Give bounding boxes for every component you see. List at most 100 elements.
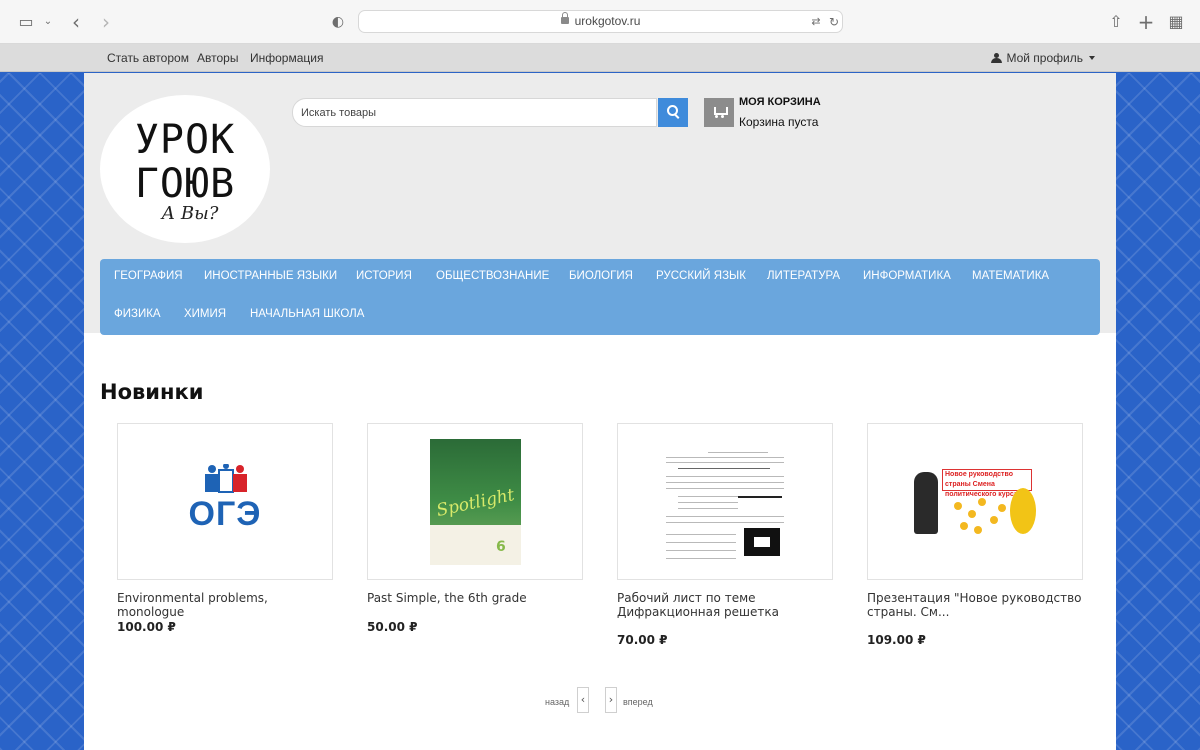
worksheet-line — [666, 462, 784, 463]
oge-logo: ОГЭ — [175, 463, 275, 536]
main-page: УРОК ГОЮВ А Вы? МОЯ КОРЗИНА Корзина пуст… — [84, 73, 1116, 750]
profile-menu[interactable]: Мой профиль — [991, 44, 1095, 72]
browser-toolbar: ▭ ⌄ ‹ › ◐ urokgotov.ru ⇄ ↻ ⇧ + ▦ — [0, 0, 1200, 44]
worksheet-line — [666, 516, 784, 517]
share-icon[interactable]: ⇧ — [1106, 12, 1126, 32]
product-name[interactable]: Рабочий лист по теме Дифракционная решет… — [617, 591, 833, 619]
coin-shape — [998, 504, 1006, 512]
product-price: 109.00 ₽ — [867, 633, 926, 647]
back-icon[interactable]: ‹ — [66, 12, 86, 32]
worksheet-line — [666, 534, 736, 535]
logo-line-2: ГОЮВ — [134, 161, 236, 207]
coin-shape — [974, 526, 982, 534]
translate-icon[interactable]: ⇄ — [806, 12, 826, 32]
product-price: 100.00 ₽ — [117, 620, 176, 634]
product-price: 50.00 ₽ — [367, 620, 418, 634]
caret-down-icon — [1089, 56, 1095, 60]
worksheet-line — [678, 496, 738, 497]
oge-emblem-icon — [205, 463, 247, 493]
lock-icon — [560, 12, 569, 24]
sidebar-toggle-icon[interactable]: ▭ — [16, 12, 36, 32]
pagination-next-button[interactable]: › — [605, 687, 617, 713]
product-name[interactable]: Environmental problems, monologue — [117, 591, 333, 619]
product-name[interactable]: Past Simple, the 6th grade — [367, 591, 583, 605]
coin-shape — [978, 498, 986, 506]
worksheet-line — [666, 558, 736, 559]
cart-status: Корзина пуста — [739, 115, 819, 129]
category-history[interactable]: История — [356, 270, 412, 282]
chevron-down-icon[interactable]: ⌄ — [38, 12, 58, 32]
site-topbar: Стать автором Авторы Информация Мой проф… — [0, 44, 1200, 72]
shield-icon[interactable]: ◐ — [328, 12, 348, 32]
become-author-link[interactable]: Стать автором — [107, 44, 189, 72]
worksheet-line — [666, 522, 784, 523]
category-informatics[interactable]: Информатика — [863, 270, 951, 282]
book-grade: 6 — [496, 539, 506, 555]
cart-button[interactable] — [704, 98, 734, 127]
category-menu: География Иностранные языки История Обще… — [100, 259, 1100, 335]
worksheet-line — [666, 482, 784, 483]
coin-shape — [960, 522, 968, 530]
forward-icon[interactable]: › — [96, 12, 116, 32]
product-name[interactable]: Презентация "Новое руководство страны. С… — [867, 591, 1083, 619]
search-input[interactable] — [292, 98, 657, 127]
book-cover-bottom — [430, 525, 521, 565]
book-cover: Spotlight 6 — [430, 439, 521, 565]
worksheet-line — [666, 457, 784, 458]
reload-icon[interactable]: ↻ — [824, 12, 844, 32]
logo-line-3: А Вы? — [161, 203, 219, 224]
slide-person-figure — [914, 472, 938, 534]
authors-link[interactable]: Авторы — [197, 44, 238, 72]
worksheet-line — [678, 468, 770, 469]
logo-line-1: УРОК — [134, 117, 236, 163]
product-card[interactable]: ОГЭ Environmental problems, monologue 10… — [117, 423, 333, 663]
slide-caption: Новое руководство страны Смена политичес… — [942, 469, 1032, 498]
product-card[interactable]: Spotlight 6 Past Simple, the 6th grade 5… — [367, 423, 583, 663]
new-tab-icon[interactable]: + — [1136, 12, 1156, 32]
product-image[interactable]: Новое руководство страны Смена политичес… — [867, 423, 1083, 580]
category-geography[interactable]: География — [114, 270, 183, 282]
search-button[interactable] — [658, 98, 688, 127]
oge-text: ОГЭ — [188, 495, 262, 533]
book-title: Spotlight — [434, 484, 517, 522]
category-physics[interactable]: Физика — [114, 308, 161, 320]
category-mathematics[interactable]: Математика — [972, 270, 1049, 282]
product-card[interactable]: Новое руководство страны Смена политичес… — [867, 423, 1083, 663]
product-price: 70.00 ₽ — [617, 633, 668, 647]
info-link[interactable]: Информация — [250, 44, 323, 72]
corn-icon — [1010, 488, 1036, 534]
product-image[interactable] — [617, 423, 833, 580]
worksheet-line — [738, 496, 782, 498]
site-logo[interactable]: УРОК ГОЮВ А Вы? — [100, 95, 270, 243]
coin-shape — [954, 502, 962, 510]
address-bar[interactable]: urokgotov.ru ⇄ ↻ — [358, 10, 843, 33]
worksheet-line — [666, 542, 736, 543]
pagination-back-label[interactable]: назад — [545, 697, 569, 707]
cart-title[interactable]: МОЯ КОРЗИНА — [739, 96, 821, 108]
tab-overview-icon[interactable]: ▦ — [1166, 12, 1186, 32]
pagination-prev-button[interactable]: ‹ — [577, 687, 589, 713]
category-literature[interactable]: Литература — [767, 270, 840, 282]
cart-icon — [712, 107, 728, 118]
coin-shape — [968, 510, 976, 518]
search-icon — [667, 105, 679, 117]
category-russian[interactable]: Русский язык — [656, 270, 746, 282]
user-icon — [991, 53, 1003, 63]
pagination-forward-label[interactable]: вперед — [623, 697, 653, 707]
product-card[interactable]: Рабочий лист по теме Дифракционная решет… — [617, 423, 833, 663]
worksheet-line — [708, 452, 768, 453]
worksheet-line — [666, 476, 784, 477]
worksheet-line — [678, 502, 738, 503]
category-chemistry[interactable]: Химия — [184, 308, 226, 320]
profile-label: Мой профиль — [1006, 51, 1083, 65]
worksheet-line — [678, 508, 738, 509]
category-foreign-languages[interactable]: Иностранные языки — [204, 270, 337, 282]
category-biology[interactable]: Биология — [569, 270, 633, 282]
product-image[interactable]: ОГЭ — [117, 423, 333, 580]
product-image[interactable]: Spotlight 6 — [367, 423, 583, 580]
category-social-studies[interactable]: Обществознание — [436, 270, 549, 282]
category-primary-school[interactable]: Начальная школа — [250, 308, 364, 320]
url-text: urokgotov.ru — [574, 14, 641, 28]
coin-shape — [990, 516, 998, 524]
slide-preview: Новое руководство страны Смена политичес… — [914, 466, 1038, 539]
